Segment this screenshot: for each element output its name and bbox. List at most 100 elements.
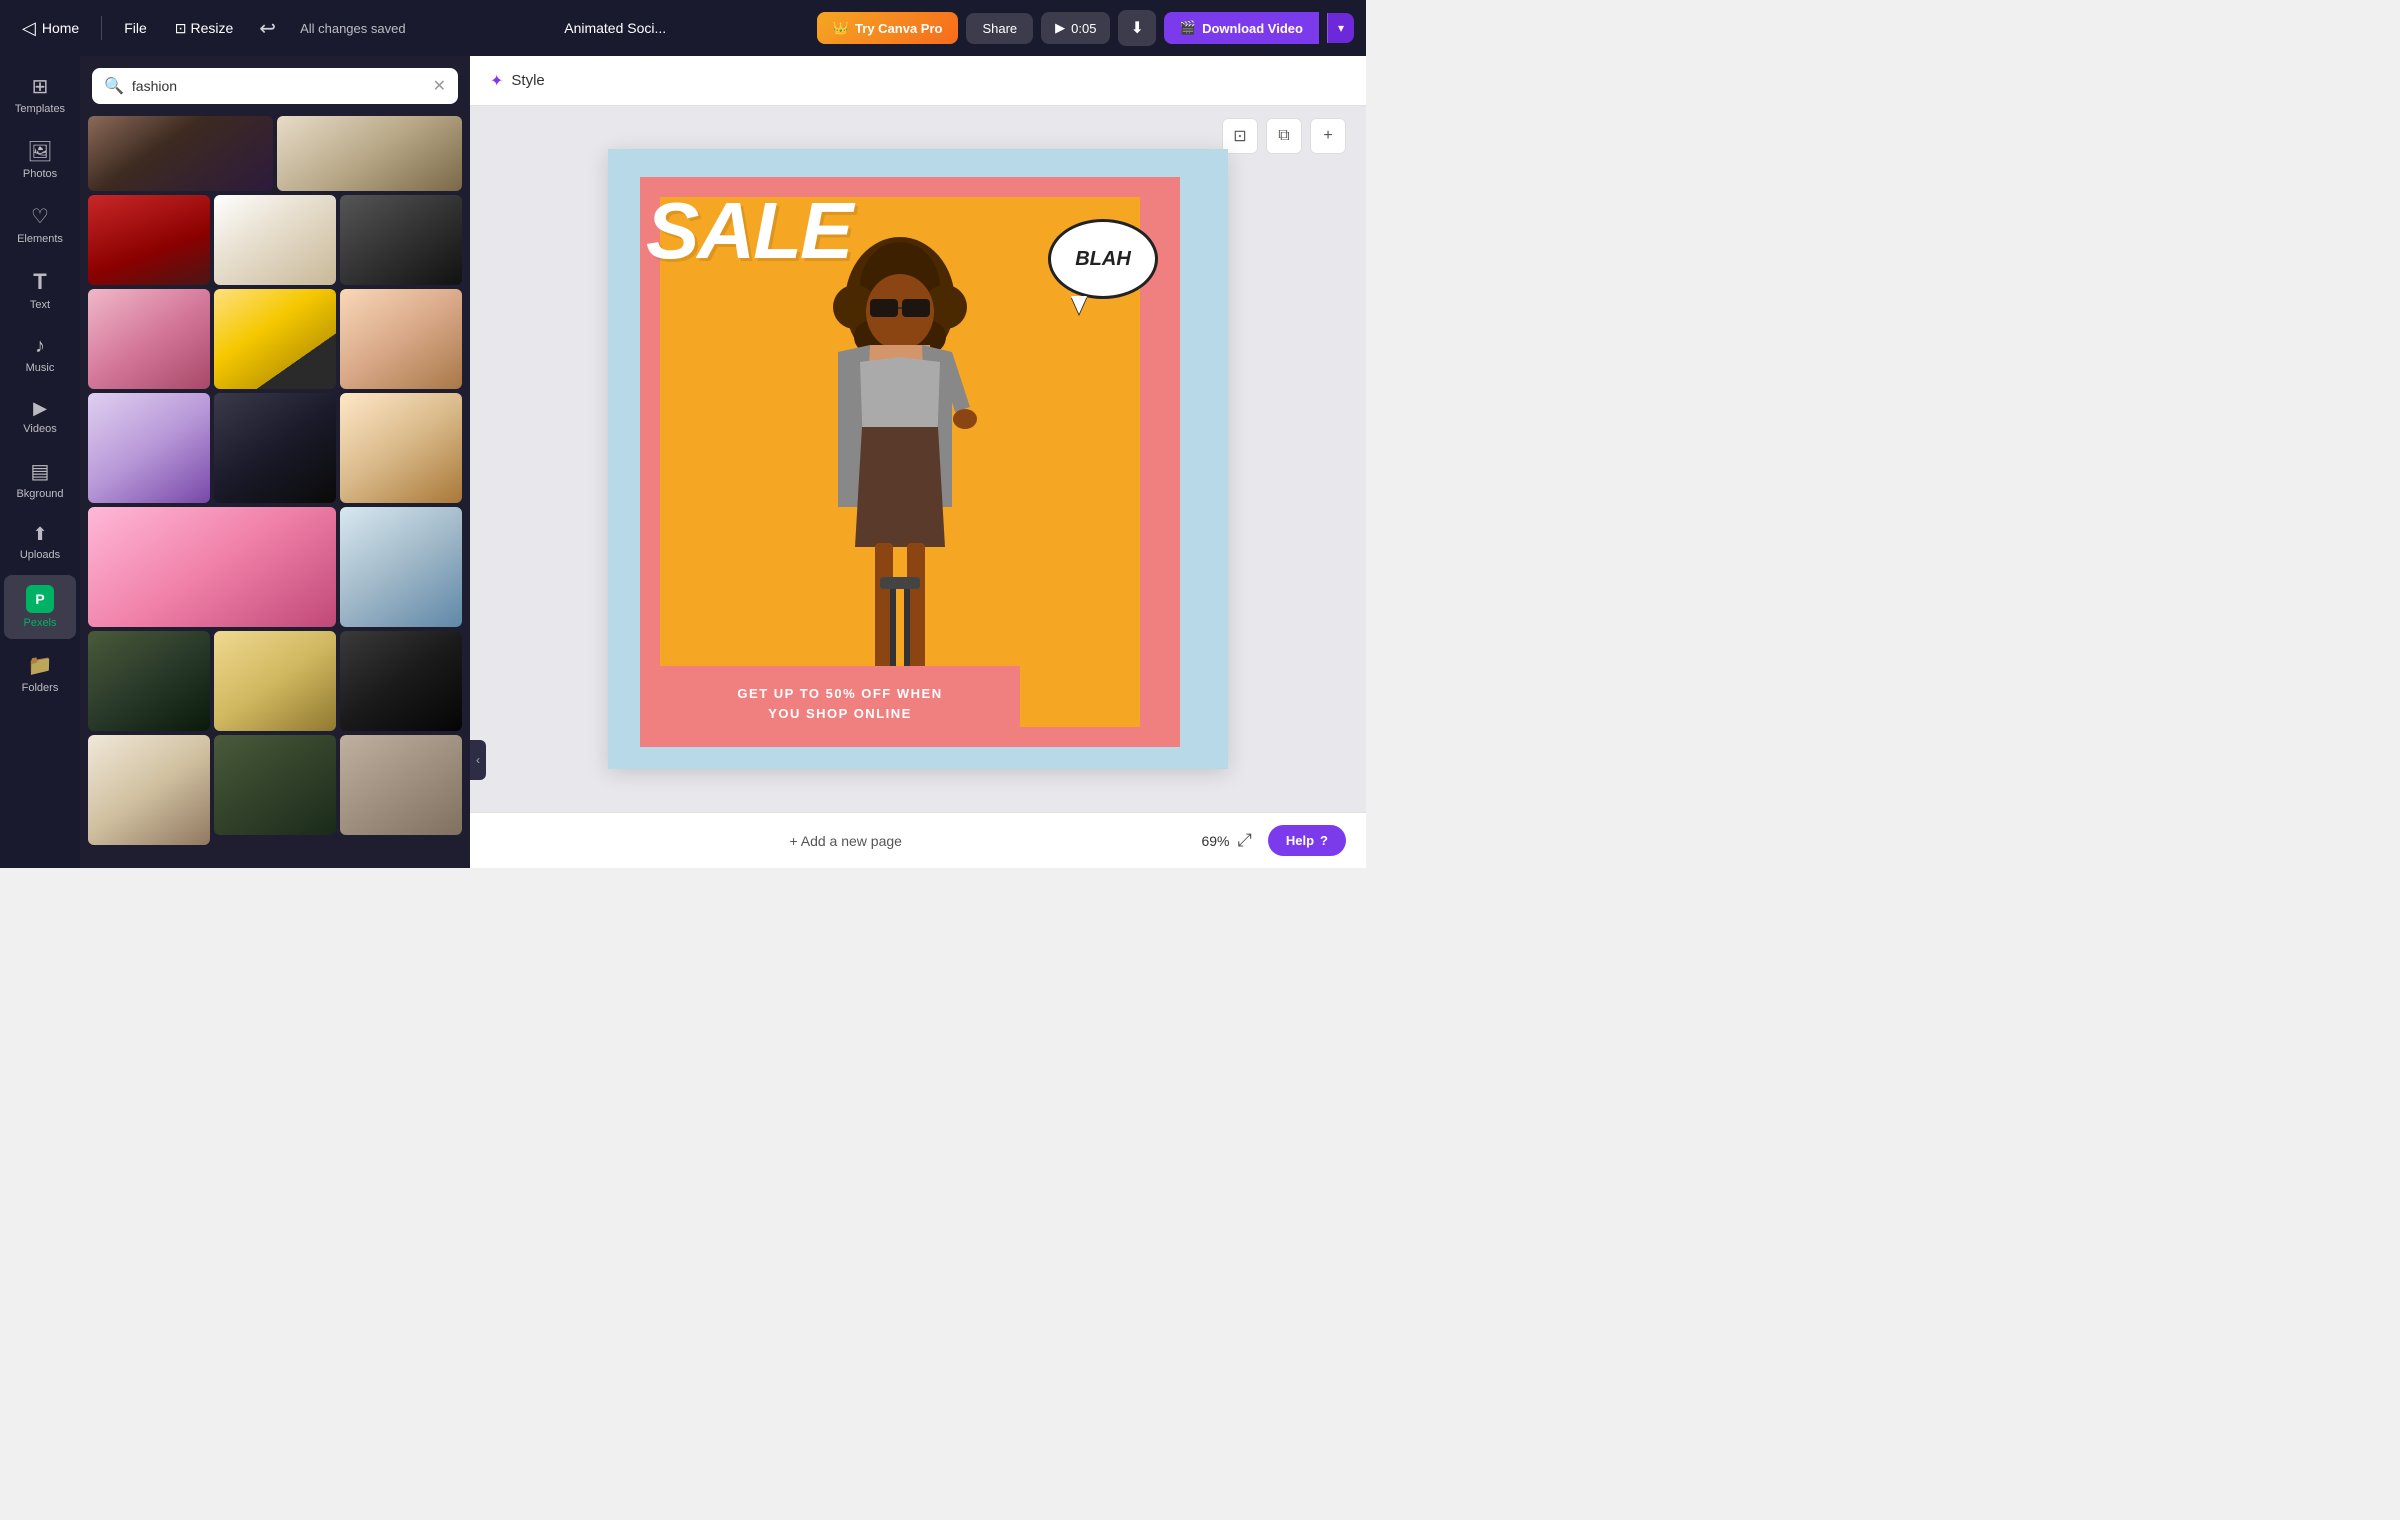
file-menu-button[interactable]: File: [114, 14, 157, 42]
home-button[interactable]: ◁ Home: [12, 12, 89, 45]
photo-item[interactable]: [277, 116, 462, 191]
photo-item[interactable]: [214, 289, 336, 389]
fashion-figure-svg: [760, 227, 1040, 727]
photo-item[interactable]: [340, 631, 462, 731]
sidebar-item-photos[interactable]: 🖼 Photos: [4, 129, 76, 190]
style-bar: ✦ Style: [470, 56, 1366, 106]
resize-label: Resize: [191, 20, 234, 36]
photo-item[interactable]: [88, 195, 210, 285]
sidebar-item-text-label: Text: [30, 299, 50, 311]
document-title[interactable]: Animated Soci...: [422, 20, 809, 36]
zoom-display: 69% ⤢: [1201, 830, 1251, 851]
templates-icon: ⊞: [32, 74, 49, 99]
sidebar: ⊞ Templates 🖼 Photos ♡ Elements T Text ♪…: [0, 56, 80, 868]
crown-icon: 👑: [833, 20, 849, 36]
canvas-bottom-text-1: GET UP TO 50% OFF WHEN: [680, 684, 1000, 704]
sidebar-item-folders[interactable]: 📁 Folders: [4, 643, 76, 704]
add-tool-button[interactable]: +: [1310, 118, 1346, 154]
folders-icon: 📁: [28, 653, 53, 678]
photo-item[interactable]: [88, 116, 273, 191]
sidebar-item-pexels-label: Pexels: [23, 617, 56, 629]
speech-bubble-text: BLAH: [1075, 248, 1131, 271]
sidebar-item-templates-label: Templates: [15, 103, 65, 115]
canvas-wrapper: SALE BLAH GET UP TO 50% OFF WHEN YOU SHO…: [470, 106, 1366, 812]
download-caret-button[interactable]: ▾: [1327, 13, 1354, 43]
photo-item[interactable]: [340, 735, 462, 835]
help-button[interactable]: Help ?: [1268, 825, 1346, 856]
music-icon: ♪: [35, 335, 45, 358]
sidebar-item-background-label: Bkground: [16, 488, 63, 500]
sidebar-item-videos-label: Videos: [23, 423, 56, 435]
canvas-toolbar: ⊡ ⧉ +: [1222, 118, 1346, 154]
style-label: Style: [511, 72, 544, 89]
uploads-icon: ⬆: [32, 524, 47, 545]
speech-bubble: BLAH: [1048, 219, 1158, 299]
style-sparkle-icon: ✦: [490, 71, 503, 91]
home-label: Home: [42, 20, 79, 36]
panel-collapse-handle[interactable]: ‹: [470, 740, 486, 780]
play-button[interactable]: ▶ 0:05: [1041, 12, 1110, 44]
photos-icon: 🖼: [27, 139, 52, 164]
search-input[interactable]: [132, 78, 425, 94]
sidebar-item-folders-label: Folders: [22, 682, 59, 694]
undo-button[interactable]: ↩: [251, 10, 284, 47]
photo-item[interactable]: [214, 195, 336, 285]
sidebar-item-videos[interactable]: ▶ Videos: [4, 388, 76, 445]
play-icon: ▶: [1055, 20, 1065, 36]
resize-button[interactable]: ⊡ Resize: [165, 14, 244, 43]
sidebar-item-uploads-label: Uploads: [20, 549, 60, 561]
sidebar-item-uploads[interactable]: ⬆ Uploads: [4, 514, 76, 571]
photo-item[interactable]: [88, 631, 210, 731]
sidebar-item-text[interactable]: T Text: [4, 259, 76, 321]
canvas-area: ✦ Style ⊡ ⧉ +: [470, 56, 1366, 868]
sidebar-item-photos-label: Photos: [23, 168, 57, 180]
bottom-bar: + Add a new page 69% ⤢ Help ?: [470, 812, 1366, 868]
photo-item[interactable]: [88, 289, 210, 389]
download-icon-button[interactable]: ⬇: [1118, 10, 1155, 46]
photo-item[interactable]: [214, 631, 336, 731]
nav-divider-1: [101, 16, 102, 40]
sidebar-item-pexels[interactable]: P Pexels: [4, 575, 76, 639]
photo-item[interactable]: [214, 393, 336, 503]
search-clear-button[interactable]: ✕: [433, 76, 446, 96]
sidebar-item-music-label: Music: [26, 362, 55, 374]
resize-icon: ⊡: [175, 20, 187, 37]
photo-item[interactable]: [340, 289, 462, 389]
photo-item[interactable]: [88, 507, 336, 627]
photo-item[interactable]: [88, 393, 210, 503]
top-navigation: ◁ Home File ⊡ Resize ↩ All changes saved…: [0, 0, 1366, 56]
photo-item[interactable]: [340, 507, 462, 627]
main-layout: ⊞ Templates 🖼 Photos ♡ Elements T Text ♪…: [0, 56, 1366, 868]
sidebar-item-music[interactable]: ♪ Music: [4, 325, 76, 384]
canvas-bottom-text-2: YOU SHOP ONLINE: [680, 704, 1000, 724]
search-icon: 🔍: [104, 76, 124, 96]
photo-grid: [80, 195, 470, 868]
search-bar: 🔍 ✕: [92, 68, 458, 104]
video-icon: 🎬: [1180, 20, 1196, 36]
canvas-bottom-bar: GET UP TO 50% OFF WHEN YOU SHOP ONLINE: [660, 666, 1020, 741]
sidebar-item-elements-label: Elements: [17, 233, 63, 245]
text-icon: T: [33, 269, 46, 295]
share-button[interactable]: Share: [966, 13, 1033, 44]
pexels-icon: P: [26, 585, 54, 613]
try-pro-button[interactable]: 👑 Try Canva Pro: [817, 12, 959, 44]
photo-item[interactable]: [88, 735, 210, 845]
sidebar-item-templates[interactable]: ⊞ Templates: [4, 64, 76, 125]
download-video-button[interactable]: 🎬 Download Video: [1164, 12, 1319, 44]
photo-item[interactable]: [214, 735, 336, 835]
zoom-expand-button[interactable]: ⤢: [1237, 830, 1251, 851]
help-label: Help: [1286, 833, 1314, 848]
design-canvas[interactable]: SALE BLAH GET UP TO 50% OFF WHEN YOU SHO…: [608, 149, 1228, 769]
copy-tool-button[interactable]: ⧉: [1266, 118, 1302, 154]
photo-item[interactable]: [340, 393, 462, 503]
elements-icon: ♡: [31, 204, 49, 229]
sidebar-item-elements[interactable]: ♡ Elements: [4, 194, 76, 255]
canvas-sale-text: SALE: [646, 191, 851, 271]
photo-item[interactable]: [340, 195, 462, 285]
sidebar-item-background[interactable]: ▤ Bkground: [4, 449, 76, 510]
zoom-level: 69%: [1201, 833, 1229, 849]
background-icon: ▤: [31, 459, 50, 484]
add-page-button[interactable]: + Add a new page: [490, 833, 1201, 849]
help-icon: ?: [1320, 833, 1328, 848]
saved-status: All changes saved: [300, 21, 406, 36]
